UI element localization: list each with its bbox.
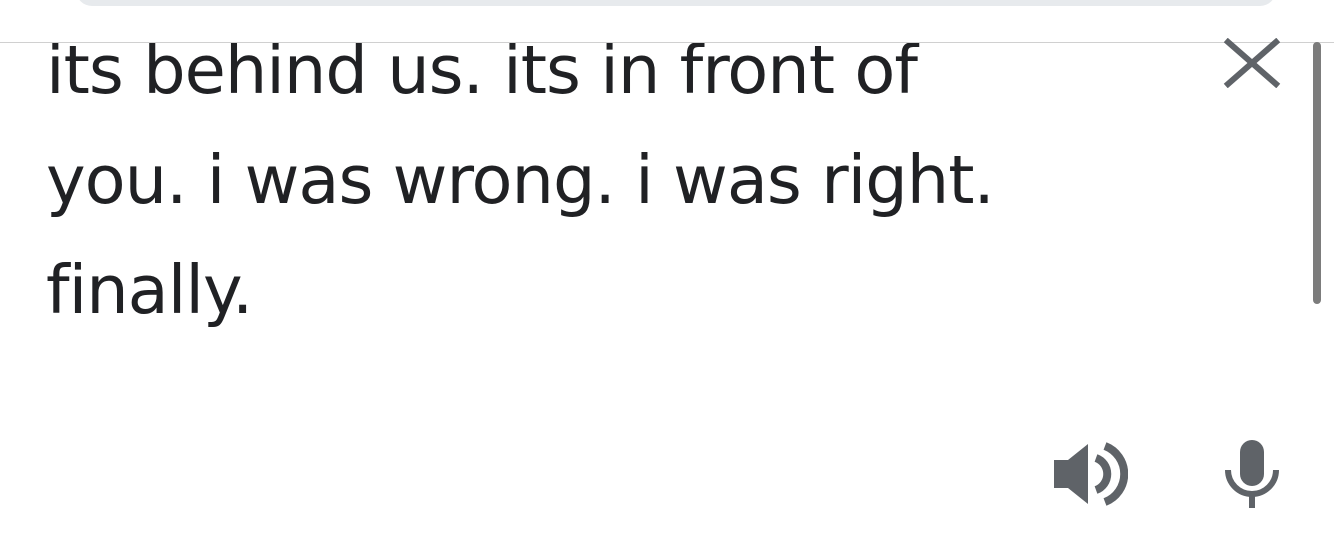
microphone-icon bbox=[1225, 440, 1279, 508]
clear-text-button[interactable] bbox=[1218, 38, 1284, 88]
source-text-area[interactable]: its behind us. its in front of you. i wa… bbox=[0, 0, 1334, 538]
translate-input-panel: its behind us. its in front of you. i wa… bbox=[0, 0, 1334, 538]
listen-button[interactable] bbox=[1048, 436, 1128, 512]
voice-input-button[interactable] bbox=[1214, 436, 1290, 512]
speaker-icon bbox=[1054, 442, 1128, 506]
scrollbar-thumb[interactable] bbox=[1313, 42, 1321, 304]
top-bar bbox=[0, 0, 1334, 43]
language-bar[interactable] bbox=[76, 0, 1276, 6]
close-icon bbox=[1223, 38, 1281, 88]
source-text[interactable]: its behind us. its in front of you. i wa… bbox=[46, 15, 1166, 345]
